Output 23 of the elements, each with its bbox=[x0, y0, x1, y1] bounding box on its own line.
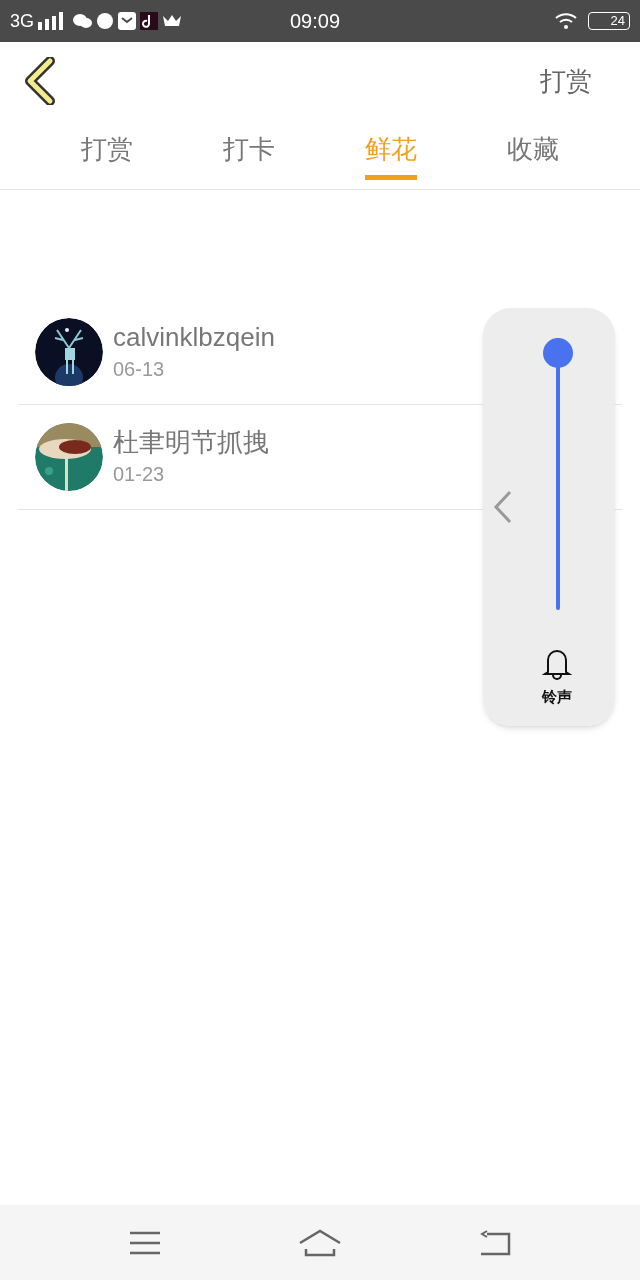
tab[interactable]: 打赏 bbox=[36, 120, 178, 189]
reward-button[interactable]: 打赏 bbox=[540, 61, 616, 101]
home-icon[interactable] bbox=[298, 1228, 342, 1257]
signal-icon bbox=[38, 12, 64, 30]
back-icon[interactable] bbox=[479, 1229, 512, 1256]
tab[interactable]: 收藏 bbox=[462, 120, 604, 189]
crown-icon bbox=[162, 13, 182, 29]
date-label: 06-13 bbox=[113, 357, 166, 382]
user-name: 杜聿明节抓拽 bbox=[113, 426, 269, 459]
network-label: 3G bbox=[10, 9, 34, 33]
user-name: calvinklbzqein bbox=[113, 321, 275, 354]
back-button[interactable] bbox=[24, 57, 56, 105]
clock: 09:09 bbox=[290, 9, 341, 34]
menu-icon[interactable] bbox=[128, 1230, 161, 1255]
music-note-icon bbox=[140, 12, 158, 30]
ringtone-label: 铃声 bbox=[542, 687, 572, 707]
date-label: 01-23 bbox=[113, 462, 166, 487]
planet-icon bbox=[96, 12, 114, 30]
tab[interactable]: 打卡 bbox=[178, 120, 320, 189]
volume-slider[interactable] bbox=[543, 338, 573, 610]
chat-icon bbox=[72, 13, 92, 29]
battery-indicator: 24 bbox=[588, 12, 630, 30]
mail-icon bbox=[118, 12, 136, 30]
